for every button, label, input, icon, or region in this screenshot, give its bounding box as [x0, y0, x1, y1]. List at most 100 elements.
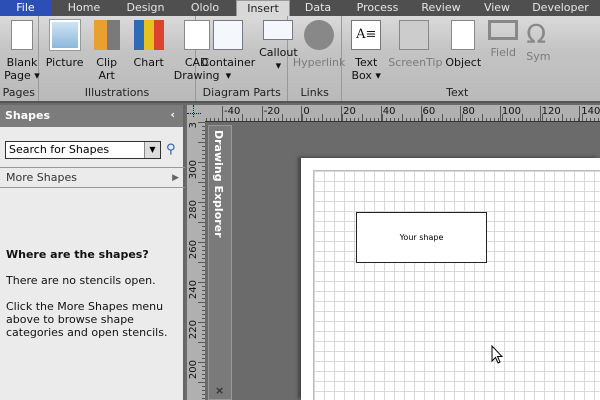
picture-icon — [48, 19, 81, 51]
ruler-tick — [574, 118, 575, 121]
search-placeholder: Search for Shapes — [9, 143, 110, 156]
tab-file[interactable]: File — [0, 0, 51, 16]
empty-heading: Where are the shapes? — [6, 248, 149, 261]
blank-page-label: Blank Page — [4, 56, 38, 82]
object-button[interactable]: Object — [444, 20, 482, 69]
tab-view[interactable]: View — [473, 0, 521, 16]
group-label: Text — [446, 86, 469, 99]
ruler-tick — [202, 218, 205, 219]
ruler-tick — [366, 118, 367, 121]
ruler-tick — [530, 118, 531, 121]
ruler-tick — [202, 206, 205, 207]
chart-button[interactable]: Chart — [129, 20, 169, 69]
ruler-label: 60 — [420, 106, 435, 121]
ruler-tick — [310, 118, 311, 121]
empty-instructions: Click the More Shapes menu above to brow… — [6, 300, 168, 339]
ruler-tick — [258, 118, 259, 121]
vertical-ruler[interactable]: 3 300 280 260 240 220 200 — [187, 122, 205, 400]
clip-art-button[interactable]: Clip Art — [89, 20, 125, 82]
tab-review[interactable]: Review — [409, 0, 473, 16]
ruler-tick — [202, 214, 205, 215]
ruler-tick — [458, 118, 459, 121]
ruler-label: 240 — [188, 280, 199, 300]
ruler-tick — [374, 118, 375, 121]
ruler-tick — [242, 114, 243, 121]
ruler-tick — [198, 362, 205, 363]
tab-home[interactable]: Home — [51, 0, 117, 16]
container-button[interactable]: Container ▾ — [200, 20, 256, 82]
ruler-tick — [202, 354, 205, 355]
ruler-tick — [494, 118, 495, 121]
ruler-tick — [478, 118, 479, 121]
ruler-tick — [202, 266, 205, 267]
picture-button[interactable]: Picture — [45, 19, 85, 69]
ribbon: Blank Page ▾ Pages Picture Clip Art Char… — [0, 16, 600, 103]
shape-text: Your shape — [399, 233, 444, 242]
symbol-icon: Ω — [526, 20, 547, 50]
blank-page-icon — [11, 20, 33, 50]
ruler-tick — [202, 294, 205, 295]
screentip-button[interactable]: ScreenTip — [388, 20, 442, 69]
text-box-button[interactable]: A≡ Text Box ▾ — [348, 20, 384, 82]
ruler-tick — [566, 118, 567, 121]
ruler-tick — [202, 126, 205, 127]
ruler-tick — [202, 270, 205, 271]
container-icon — [213, 20, 244, 50]
clip-art-icon — [93, 20, 120, 50]
field-button[interactable]: Field — [486, 20, 520, 59]
ruler-tick — [202, 370, 205, 371]
shapes-panel-header: Shapes ‹ — [0, 105, 183, 127]
ruler-tick — [202, 330, 205, 331]
ruler-tick — [198, 282, 205, 283]
hyperlink-button[interactable]: Hyperlink — [290, 20, 348, 69]
ruler-tick — [202, 158, 205, 159]
ruler-tick — [202, 286, 205, 287]
ruler-tick — [198, 302, 205, 303]
mouse-cursor-icon — [491, 345, 503, 364]
ruler-tick — [486, 118, 487, 121]
tab-data[interactable]: Data — [290, 0, 346, 16]
ruler-corner — [187, 105, 205, 122]
ruler-tick — [202, 298, 205, 299]
ruler-tick — [202, 254, 205, 255]
ruler-tick — [202, 246, 205, 247]
ruler-tick — [198, 342, 205, 343]
tab-ololo[interactable]: Ololo — [174, 0, 236, 16]
ruler-tick — [250, 118, 251, 121]
tab-process[interactable]: Process — [346, 0, 409, 16]
ruler-tick — [414, 118, 415, 121]
group-pages: Blank Page ▾ Pages — [0, 16, 42, 101]
ruler-tick — [202, 190, 205, 191]
search-icon[interactable]: ⚲ — [166, 142, 176, 157]
drawing-explorer-title: Drawing Explorer — [212, 130, 225, 238]
symbol-button[interactable]: Ω Sym — [526, 20, 556, 63]
ruler-tick — [198, 242, 205, 243]
tab-design[interactable]: Design — [117, 0, 174, 16]
ruler-tick — [198, 182, 205, 183]
ruler-tick — [202, 166, 205, 167]
more-shapes-menu[interactable]: More Shapes ▶ — [0, 167, 185, 188]
collapse-icon[interactable]: ‹ — [170, 108, 175, 121]
tab-insert[interactable]: Insert — [236, 0, 290, 16]
more-shapes-label: More Shapes — [6, 171, 77, 184]
group-label: Illustrations — [84, 86, 150, 99]
search-dropdown-button[interactable]: ▼ — [144, 142, 160, 158]
ruler-tick — [282, 114, 283, 121]
empty-line: There are no stencils open. — [6, 274, 156, 287]
ruler-tick — [202, 314, 205, 315]
ruler-tick — [202, 318, 205, 319]
tab-developer[interactable]: Developer — [521, 0, 600, 16]
ruler-tick — [202, 250, 205, 251]
rectangle-shape[interactable]: Your shape — [356, 212, 487, 263]
ruler-tick — [198, 382, 205, 383]
ruler-tick — [202, 398, 205, 399]
ruler-tick — [202, 366, 205, 367]
ruler-label: 100 — [499, 106, 521, 121]
close-icon[interactable]: × — [215, 384, 224, 397]
ruler-tick — [214, 118, 215, 121]
search-input[interactable]: Search for Shapes ▼ — [5, 141, 161, 159]
picture-label: Picture — [45, 56, 84, 69]
horizontal-ruler[interactable]: -40 -20 0 20 40 60 80 100 120 140 — [205, 105, 600, 122]
drawing-explorer-panel[interactable]: Drawing Explorer × — [208, 125, 232, 400]
blank-page-button[interactable]: Blank Page ▾ — [2, 20, 42, 82]
